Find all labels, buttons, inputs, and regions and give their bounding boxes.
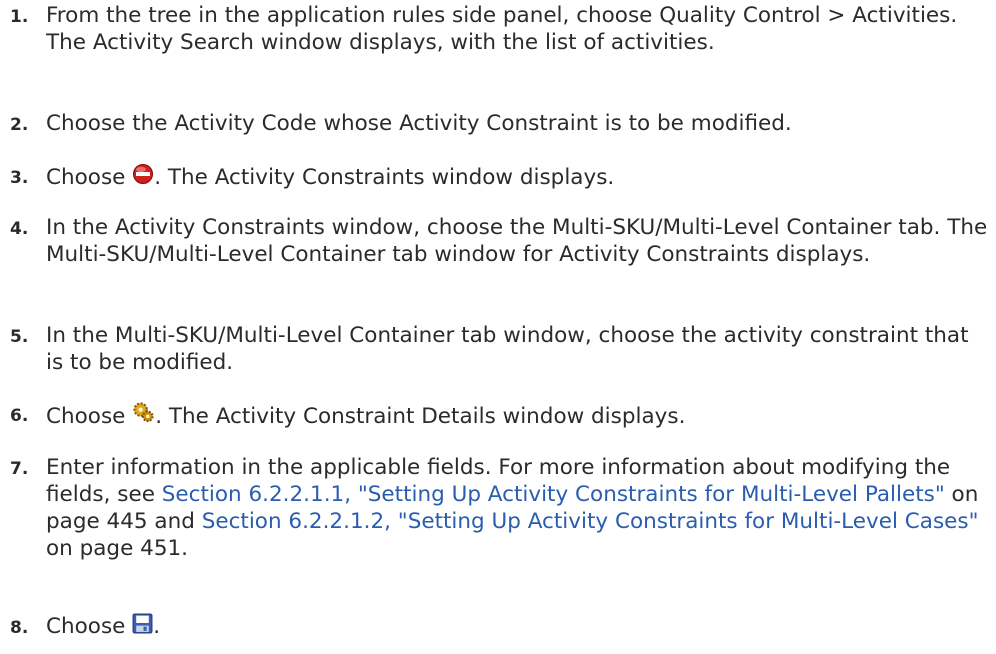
step-text: Enter information in the applicable fiel… (46, 454, 990, 562)
step-2: 2. Choose the Activity Code whose Activi… (10, 110, 792, 139)
step-text-pre: Choose (46, 614, 133, 639)
step-1: 1. From the tree in the application rule… (10, 2, 990, 56)
gear-icon (132, 401, 155, 431)
step-7: 7. Enter information in the applicable f… (10, 454, 990, 562)
delete-icon (132, 163, 154, 192)
step-text: In the Multi-SKU/Multi-Level Container t… (46, 323, 969, 375)
save-icon (132, 613, 153, 641)
step-text: In the Activity Constraints window, choo… (46, 215, 988, 267)
step-number: 5. (10, 327, 29, 347)
step-3: 3. Choose . The Activity Constraints win… (10, 163, 614, 192)
step-text-pre: Choose (46, 404, 133, 429)
step-number: 6. (10, 406, 29, 426)
step-4: 4. In the Activity Constraints window, c… (10, 214, 990, 268)
step-number: 8. (10, 618, 29, 638)
step-text-post: . The Activity Constraints window displa… (154, 165, 615, 190)
step-text: From the tree in the application rules s… (46, 3, 958, 55)
step-text-pre: Choose (46, 165, 133, 190)
step-number: 1. (10, 7, 29, 27)
section-link-pallets[interactable]: Section 6.2.2.1.1, "Setting Up Activity … (162, 482, 945, 507)
step-text-post: . (153, 614, 161, 639)
step-5: 5. In the Multi-SKU/Multi-Level Containe… (10, 322, 990, 376)
step-text: Choose the Activity Code whose Activity … (46, 111, 792, 136)
step-8: 8. Choose . (10, 613, 160, 642)
step-number: 2. (10, 115, 29, 135)
step-text-post: . The Activity Constraint Details window… (155, 404, 686, 429)
step-number: 3. (10, 168, 29, 188)
step-text: Choose . (46, 613, 160, 641)
step-text: Choose . The Activity Constraints window… (46, 163, 614, 192)
step-text-tail: on page 451. (46, 536, 189, 561)
section-link-cases[interactable]: Section 6.2.2.1.2, "Setting Up Activity … (202, 509, 979, 534)
step-number: 7. (10, 459, 29, 479)
step-text: Choose . The Activity Constraint Details… (46, 401, 685, 431)
step-6: 6. Choose . The Activity Constraint Deta… (10, 401, 685, 431)
step-number: 4. (10, 219, 29, 239)
